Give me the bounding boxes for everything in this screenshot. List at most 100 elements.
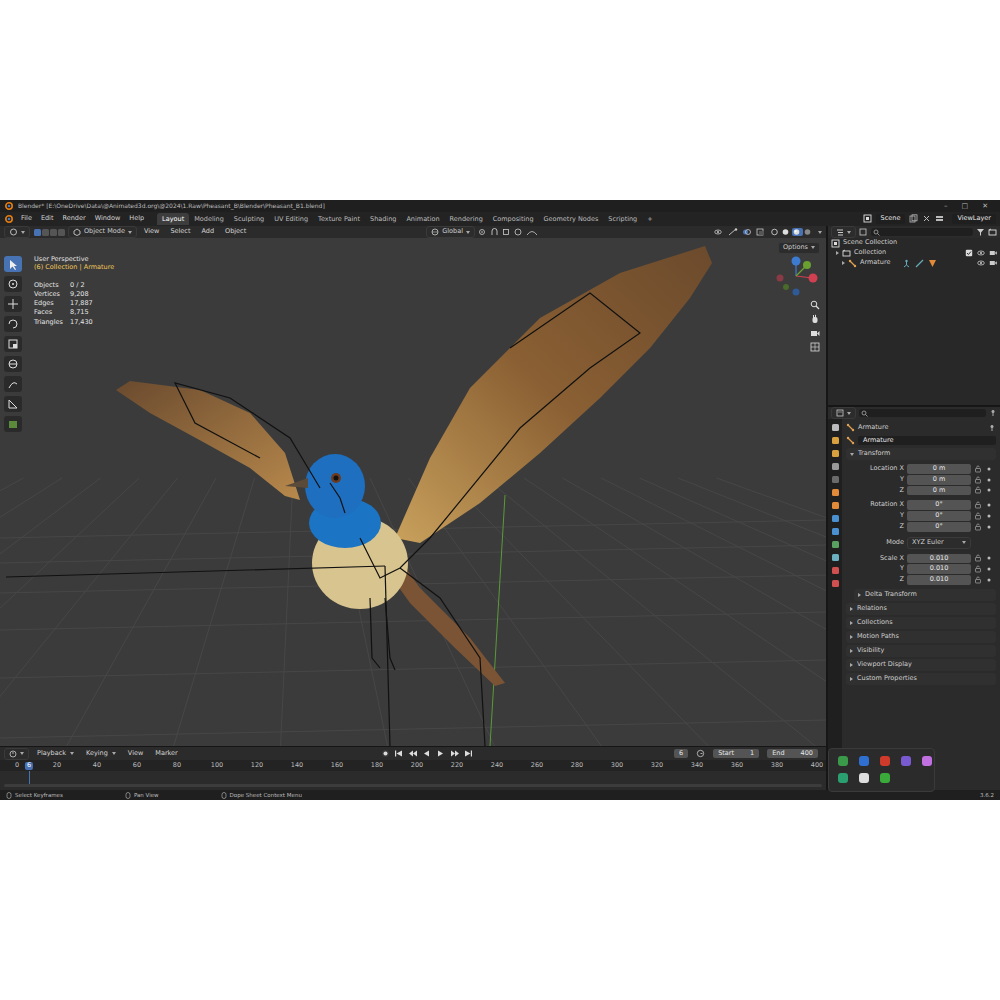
xray-icon[interactable] — [756, 228, 766, 236]
collapse-arrow-icon[interactable] — [842, 261, 845, 265]
remove-scene-icon[interactable] — [922, 214, 931, 223]
scene-field[interactable]: Scene — [876, 214, 906, 224]
number-field[interactable]: 0° — [907, 500, 971, 510]
properties-tab-icon[interactable] — [831, 540, 840, 549]
view-layer-field[interactable]: ViewLayer — [952, 214, 996, 224]
keyframe-dot-icon[interactable] — [985, 501, 993, 509]
properties-tab-icon[interactable] — [831, 579, 840, 588]
add-workspace-button[interactable]: + — [642, 213, 657, 226]
menu-item[interactable]: Window — [91, 214, 125, 224]
lock-icon[interactable] — [974, 501, 982, 509]
collapse-arrow-icon[interactable] — [850, 607, 853, 611]
collapsed-panel[interactable]: Viewport Display — [846, 659, 996, 671]
play-reverse-icon[interactable] — [422, 749, 432, 758]
view-layer-icon[interactable] — [935, 214, 944, 223]
play-icon[interactable] — [436, 749, 446, 758]
properties-tab-icon[interactable] — [831, 462, 840, 471]
properties-tab-icon[interactable] — [831, 488, 840, 497]
eye-icon[interactable] — [977, 259, 985, 267]
tool-button[interactable] — [4, 396, 22, 412]
overlays-icon[interactable] — [742, 228, 752, 236]
frame-tick[interactable]: 200 — [409, 762, 425, 770]
properties-search-field[interactable] — [859, 409, 986, 417]
frame-tick[interactable]: 60 — [131, 762, 143, 770]
workspace-tab[interactable]: Animation — [401, 213, 444, 226]
collapsed-panel[interactable]: Relations — [846, 603, 996, 615]
select-mode-icon[interactable] — [33, 228, 41, 236]
lock-icon[interactable] — [974, 565, 982, 573]
workspace-tab[interactable]: Rendering — [445, 213, 488, 226]
blender-menu-icon[interactable] — [4, 214, 16, 224]
snap-icon[interactable] — [490, 228, 499, 236]
frame-tick[interactable]: 220 — [449, 762, 465, 770]
tray-app-icon[interactable] — [837, 772, 849, 784]
select-mode-icon[interactable] — [41, 228, 49, 236]
number-field[interactable]: 0 m — [907, 464, 971, 474]
properties-tab-icon[interactable] — [831, 527, 840, 536]
frame-tick[interactable]: 6 — [25, 762, 33, 770]
outliner-row[interactable]: Scene Collection — [828, 238, 1000, 248]
number-field[interactable]: 0.010 — [907, 554, 971, 564]
frame-tick[interactable]: 100 — [209, 762, 225, 770]
collapse-arrow-icon[interactable] — [858, 593, 861, 597]
keyframe-dot-icon[interactable] — [985, 465, 993, 473]
timeline-editor-button[interactable] — [4, 748, 29, 760]
frame-tick[interactable]: 0 — [13, 762, 21, 770]
keyframe-dot-icon[interactable] — [985, 576, 993, 584]
tool-button[interactable] — [4, 376, 22, 392]
keyframe-dot-icon[interactable] — [985, 565, 993, 573]
tray-app-icon[interactable] — [921, 755, 933, 767]
number-field[interactable]: 0 m — [907, 486, 971, 496]
workspace-tab[interactable]: Geometry Nodes — [539, 213, 604, 226]
lock-icon[interactable] — [974, 476, 982, 484]
number-field[interactable]: 0 m — [907, 475, 971, 485]
lock-icon[interactable] — [974, 486, 982, 494]
timeline-menu[interactable]: View — [124, 749, 147, 759]
keyframe-dot-icon[interactable] — [985, 523, 993, 531]
collapse-arrow-icon[interactable] — [850, 677, 853, 681]
frame-tick[interactable]: 20 — [51, 762, 63, 770]
workspace-tab[interactable]: Shading — [365, 213, 401, 226]
properties-tab-icon[interactable] — [831, 553, 840, 562]
tool-button[interactable] — [4, 276, 22, 292]
perspective-grid-icon[interactable] — [810, 342, 820, 352]
frame-tick[interactable]: 300 — [609, 762, 625, 770]
rotation-mode-dropdown[interactable]: XYZ Euler — [907, 537, 971, 549]
keyframe-dot-icon[interactable] — [985, 512, 993, 520]
frame-tick[interactable]: 140 — [289, 762, 305, 770]
maximize-button[interactable]: □ — [962, 202, 969, 210]
timeline-ruler[interactable]: 0620406080100120140160180200220240260280… — [0, 760, 826, 790]
number-field[interactable]: 0.010 — [907, 575, 971, 585]
pin-icon[interactable] — [989, 409, 997, 417]
start-frame-field[interactable]: Start1 — [713, 749, 759, 759]
shading-mode-icon[interactable] — [803, 228, 814, 236]
close-button[interactable]: ✕ — [982, 202, 988, 210]
properties-tab-icon[interactable] — [831, 449, 840, 458]
menu-item[interactable]: File — [17, 214, 36, 224]
end-frame-field[interactable]: End400 — [767, 749, 818, 759]
pivot-icon[interactable] — [478, 228, 487, 236]
tool-button[interactable] — [4, 416, 22, 432]
navigation-gizmo-icon[interactable] — [776, 254, 822, 300]
properties-tab-icon[interactable] — [831, 423, 840, 432]
orientation-dropdown[interactable]: Global — [426, 226, 475, 238]
timeline-menu[interactable]: Marker — [151, 749, 181, 759]
tray-app-icon[interactable] — [858, 772, 870, 784]
timeline-menu[interactable]: Playback — [33, 749, 78, 759]
frame-tick[interactable]: 280 — [569, 762, 585, 770]
tray-app-icon[interactable] — [858, 755, 870, 767]
frame-tick[interactable]: 160 — [329, 762, 345, 770]
shading-mode-icon[interactable] — [792, 228, 803, 236]
workspace-tab[interactable]: Compositing — [488, 213, 539, 226]
frame-tick[interactable]: 40 — [91, 762, 103, 770]
workspace-tab[interactable]: Layout — [157, 213, 189, 226]
frame-tick[interactable]: 240 — [489, 762, 505, 770]
tray-app-icon[interactable] — [900, 755, 912, 767]
tool-button[interactable] — [4, 356, 22, 372]
frame-tick[interactable]: 360 — [729, 762, 745, 770]
collapsed-panel[interactable]: Visibility — [846, 645, 996, 657]
include-checkbox-icon[interactable] — [965, 249, 973, 257]
minimize-button[interactable]: – — [944, 202, 948, 210]
mode-dropdown[interactable]: Object Mode — [68, 226, 137, 238]
collapsed-panel[interactable]: Custom Properties — [846, 673, 996, 685]
